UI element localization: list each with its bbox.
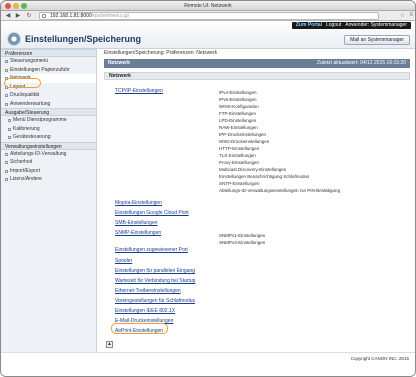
browser-menu-icon[interactable]: ≡ xyxy=(409,12,413,18)
sidebar-item-calibration[interactable]: Kalibrierung xyxy=(1,125,96,134)
tcpip-detail: IPP-Druckeinstellungen xyxy=(219,132,267,137)
bullet-icon xyxy=(8,127,11,131)
sidebar-item-label: Gerätesteuerung xyxy=(13,134,51,140)
sidebar-item-label: Lizenz/Andere xyxy=(10,176,42,182)
bullet-icon xyxy=(5,94,8,97)
logout-link[interactable]: Logout xyxy=(326,22,341,28)
sidebar-item-print-quality[interactable]: Druckqualität xyxy=(1,91,96,100)
title-bar: Remote UI: Netzwerk xyxy=(1,1,415,11)
tcpip-detail: TLS-Einstellungen xyxy=(219,153,256,158)
snmp-detail: SNMPv1-Einstellungen xyxy=(219,233,266,238)
sidebar-item-department-id[interactable]: Abteilungs-ID-Verwaltung xyxy=(1,150,96,159)
footer: Copyright CANON INC. 2015 xyxy=(1,352,415,376)
bullet-icon xyxy=(5,161,8,164)
bullet-icon xyxy=(5,178,8,181)
url-path: /rps/netmenu.cgi xyxy=(91,13,129,19)
sidebar-item-label: Steuerungsmenü xyxy=(10,58,49,64)
window-title: Remote UI: Netzwerk xyxy=(184,3,232,9)
main-content: Einstellungen/Speicherung: Präferenzen: … xyxy=(98,49,415,352)
tcpip-detail: Proxy-Einstellungen xyxy=(219,160,260,165)
tcpip-detail: FTP-Einstellungen xyxy=(219,111,257,116)
sidebar-item-label: Einstellungen Papierzufuhr xyxy=(10,66,70,73)
sidebar: Präferenzen Steuerungsmenü Einstellungen… xyxy=(1,49,97,352)
address-bar: ◀ ▶ ↻ 192.168.1.81:8000/rps/netmenu.cgi … xyxy=(1,11,415,21)
snmp-detail: SNMPv3-Einstellungen xyxy=(219,240,266,245)
ethernet-driver-link[interactable]: Ethernet-Treibereinstellungen xyxy=(115,288,181,294)
bookmark-star-icon[interactable]: ☆ xyxy=(400,12,405,19)
tcpip-detail: Einstellungen Benachrichtigung Schlafmod… xyxy=(219,174,310,179)
mopria-settings-link[interactable]: Mopria-Einstellungen xyxy=(115,200,162,206)
sidebar-item-paper-feed[interactable]: Einstellungen Papierzufuhr xyxy=(1,66,96,75)
back-arrow-icon[interactable]: ◀ xyxy=(4,12,12,20)
forward-arrow-icon[interactable]: ▶ xyxy=(14,12,22,20)
browser-window: Remote UI: Netzwerk ◀ ▶ ↻ 192.168.1.81:8… xyxy=(0,0,416,377)
page-info-icon xyxy=(42,14,46,18)
sidebar-item-utility-menu[interactable]: Menü Dienstprogramme xyxy=(1,116,96,125)
tcpip-settings-link[interactable]: TCP/IP-Einstellungen xyxy=(115,88,163,94)
last-updated: Zuletzt aktualisiert: 04/12 2015 16:15:2… xyxy=(317,60,406,66)
airprint-highlight-ring xyxy=(111,323,168,334)
spooler-link[interactable]: Spooler xyxy=(115,258,132,264)
sidebar-item-label: Anwenderwartung xyxy=(10,100,51,107)
bullet-icon xyxy=(5,60,8,63)
section-header: Netzwerk xyxy=(104,72,410,80)
startup-wait-link[interactable]: Wartezeit für Verbindung bei Startup xyxy=(115,278,195,284)
smb-settings-link[interactable]: SMB-Einstellungen xyxy=(115,220,158,226)
page-title: Einstellungen/Speicherung xyxy=(25,34,142,44)
page-header: Zum Portal Logout Anwender: Systemmanager … xyxy=(1,21,415,49)
copyright: Copyright CANON INC. 2015 xyxy=(350,356,409,361)
tcpip-detail: Abteilungs-ID-Verwaltungseinstellungen z… xyxy=(219,188,341,193)
sidebar-item-label: Druckqualität xyxy=(10,92,40,98)
sidebar-section-output-control: Ausgabe/Steuerung xyxy=(1,108,96,116)
page-title-block: Einstellungen/Speicherung xyxy=(7,32,141,46)
url-input[interactable]: 192.168.1.81:8000/rps/netmenu.cgi xyxy=(39,12,379,20)
tcpip-detail: RAW-Einstellungen xyxy=(219,125,258,130)
sidebar-item-label: Abteilungs-ID-Verwaltung xyxy=(10,150,67,157)
back-to-top-button[interactable]: ▲ xyxy=(106,341,113,348)
tcpip-detail: WSD-Druckeinstellungen xyxy=(219,139,270,144)
portal-link[interactable]: Zum Portal xyxy=(296,22,322,28)
bullet-icon xyxy=(5,68,8,72)
reload-icon[interactable]: ↻ xyxy=(25,12,33,20)
sidebar-item-label: Import/Export xyxy=(10,167,41,174)
sidebar-item-user-maintenance[interactable]: Anwenderwartung xyxy=(1,100,96,109)
breadcrumb: Einstellungen/Speicherung: Präferenzen: … xyxy=(104,50,218,56)
content-title: Netzwerk xyxy=(108,60,130,66)
bullet-icon xyxy=(8,119,11,122)
sidebar-item-import-export[interactable]: Import/Export xyxy=(1,167,96,176)
network-highlight-ring xyxy=(4,78,41,88)
sidebar-item-label: Kalibrierung xyxy=(13,125,40,132)
tcpip-detail: Multicast Discovery-Einstellungen xyxy=(219,167,287,172)
url-host: 192.168.1.81:8000 xyxy=(50,13,92,19)
sidebar-section-preferences: Präferenzen xyxy=(1,49,96,57)
tcpip-detail: LPD-Einstellungen xyxy=(219,118,257,123)
user-bar: Zum Portal Logout Anwender: Systemmanager xyxy=(291,22,411,29)
sidebar-item-label: Menü Dienstprogramme xyxy=(13,117,67,123)
bullet-icon xyxy=(8,136,11,139)
mail-admin-button[interactable]: Mail an Systemmanager xyxy=(344,35,410,45)
tcpip-detail: HTTP-Einstellungen xyxy=(219,146,260,151)
sleep-mode-link[interactable]: Voreingestellungen für Schlafmodus xyxy=(115,298,195,304)
tcpip-detail: WINS-Konfiguration xyxy=(219,104,259,109)
tcpip-detail: IPv6-Einstellungen xyxy=(219,97,257,102)
tcpip-detail: SNTP-Einstellungen xyxy=(219,181,260,186)
bullet-icon xyxy=(5,152,8,156)
google-cloud-print-link[interactable]: Einstellungen Google Cloud Print xyxy=(115,210,189,216)
sidebar-item-license-other[interactable]: Lizenz/Andere xyxy=(1,175,96,184)
settings-gear-icon xyxy=(7,32,21,46)
sidebar-item-label: Sicherheit xyxy=(10,159,33,165)
tcpip-detail: IPv4-Einstellungen xyxy=(219,90,257,95)
bullet-icon xyxy=(5,169,8,173)
bullet-icon xyxy=(5,102,8,106)
assigned-port-link[interactable]: Einstellungen zugewiesener Port xyxy=(115,247,188,253)
snmp-settings-link[interactable]: SNMP-Einstellungen xyxy=(115,230,161,236)
parallel-input-link[interactable]: Einstellungen für parallelen Eingang xyxy=(115,268,195,274)
sidebar-section-management: Verwaltungseinstellungen xyxy=(1,141,96,150)
ieee-8021x-link[interactable]: Einstellungen IEEE 802.1X xyxy=(115,308,175,314)
user-label: Anwender: Systemmanager xyxy=(345,22,407,28)
content-title-bar: Netzwerk Zuletzt aktualisiert: 04/12 201… xyxy=(104,59,410,68)
sidebar-item-security[interactable]: Sicherheit xyxy=(1,158,96,167)
sidebar-item-control-menu[interactable]: Steuerungsmenü xyxy=(1,57,96,66)
sidebar-item-device-control[interactable]: Gerätesteuerung xyxy=(1,133,96,142)
